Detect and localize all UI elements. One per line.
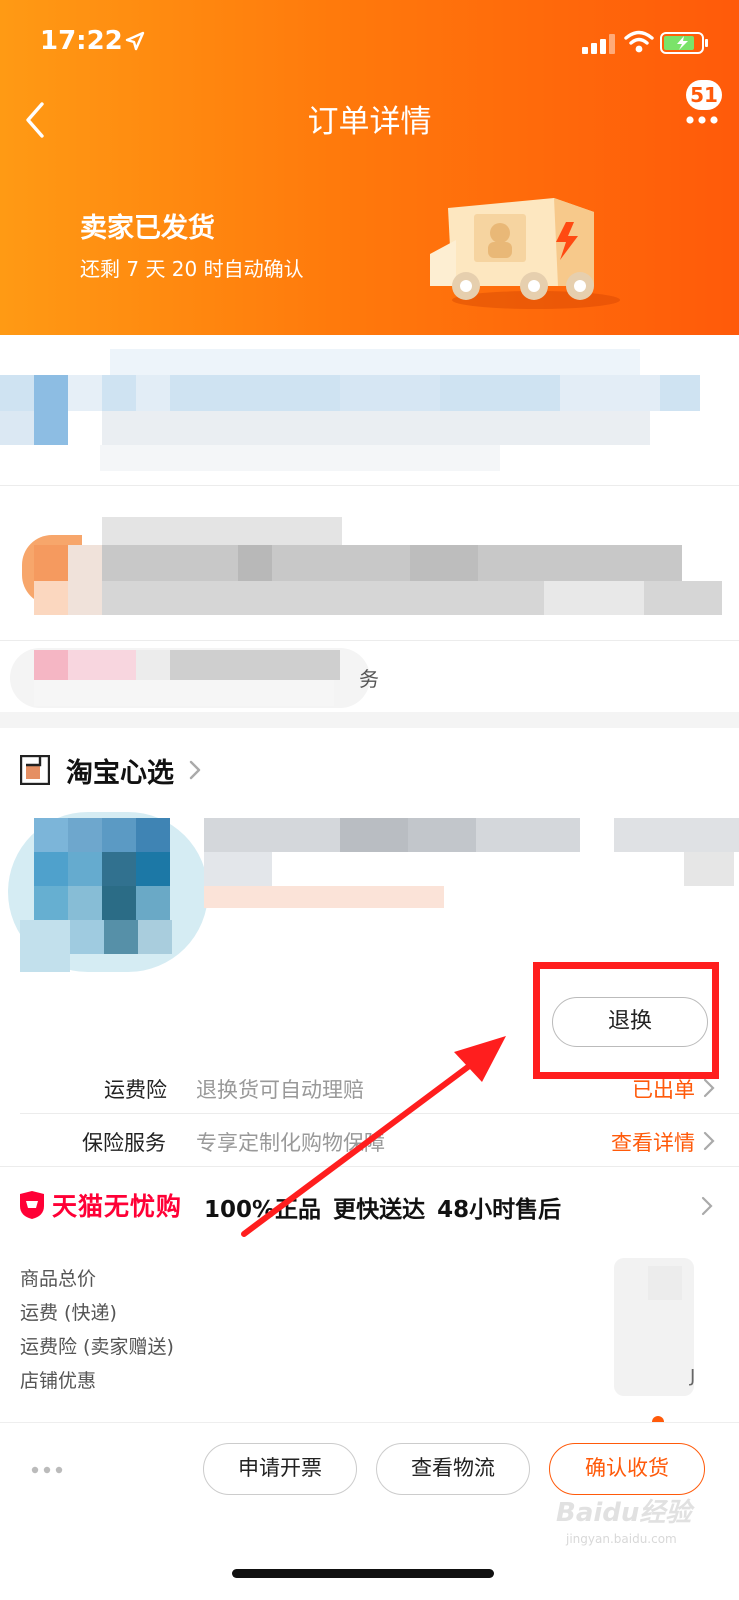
- shipping-insurance-label: 运费险: [104, 1078, 167, 1102]
- tmall-brand-name: 天猫无忧购: [52, 1192, 183, 1221]
- home-indicator: [232, 1569, 494, 1578]
- nav-bar: 订单详情 51: [0, 80, 739, 152]
- chevron-right-icon: [189, 760, 201, 780]
- cellular-signal-icon: [582, 34, 615, 54]
- price-row-label: 店铺优惠: [20, 1370, 97, 1392]
- message-count-badge: 51: [686, 80, 722, 110]
- price-row-label: 运费 (快递): [20, 1302, 117, 1324]
- product-title-obscured: [204, 818, 739, 910]
- chevron-right-icon: [703, 1078, 715, 1098]
- section-divider: [0, 485, 739, 486]
- wifi-icon: [624, 30, 654, 53]
- shop-header[interactable]: 淘宝心选: [20, 752, 202, 789]
- request-invoice-button[interactable]: 申请开票: [203, 1443, 357, 1495]
- product-image-obscured[interactable]: [0, 808, 220, 976]
- location-arrow-icon: [125, 31, 145, 51]
- annotation-arrow: [241, 1036, 506, 1237]
- page-title: 订单详情: [307, 104, 432, 140]
- view-details-link: 查看详情: [611, 1131, 695, 1155]
- more-options-icon[interactable]: [30, 1465, 64, 1475]
- shipping-insurance-status: 已出单: [632, 1078, 695, 1102]
- price-row-label: 商品总价: [20, 1268, 97, 1290]
- price-values-obscured: [614, 1258, 694, 1396]
- delivery-truck-icon: [430, 198, 620, 309]
- watermark-logo: Baidu经验: [556, 1498, 692, 1528]
- watermark-url: jingyan.baidu.com: [566, 1532, 677, 1546]
- address-section-obscured: [0, 335, 739, 485]
- view-logistics-button[interactable]: 查看物流: [376, 1443, 530, 1495]
- section-gap: [0, 712, 739, 728]
- tmall-shield-icon: [20, 1191, 44, 1219]
- price-value-fragment: J: [690, 1366, 696, 1387]
- confirm-receipt-button[interactable]: 确认收货: [549, 1443, 705, 1495]
- shipping-status-title: 卖家已发货: [80, 213, 215, 244]
- auto-confirm-countdown: 还剩 7 天 20 时自动确认: [80, 257, 304, 281]
- chevron-right-icon: [701, 1196, 713, 1216]
- more-dots-icon: [686, 116, 718, 124]
- battery-charging-icon: [660, 32, 708, 54]
- service-row-fragment: 务: [359, 667, 379, 691]
- status-time: 17:22: [40, 26, 123, 56]
- chevron-right-icon: [703, 1131, 715, 1151]
- tmall-logo: 天猫无忧购: [18, 1188, 182, 1222]
- order-status-header: 17:22 订单详情 51 卖家已发货 还剩 7 天 20 时自动确认: [0, 0, 739, 335]
- status-bar: 17:22: [0, 0, 739, 88]
- price-row-label: 运费险 (卖家赠送): [20, 1336, 174, 1358]
- store-icon: [20, 755, 50, 785]
- shop-name: 淘宝心选: [66, 757, 174, 789]
- insurance-service-label: 保险服务: [82, 1131, 166, 1155]
